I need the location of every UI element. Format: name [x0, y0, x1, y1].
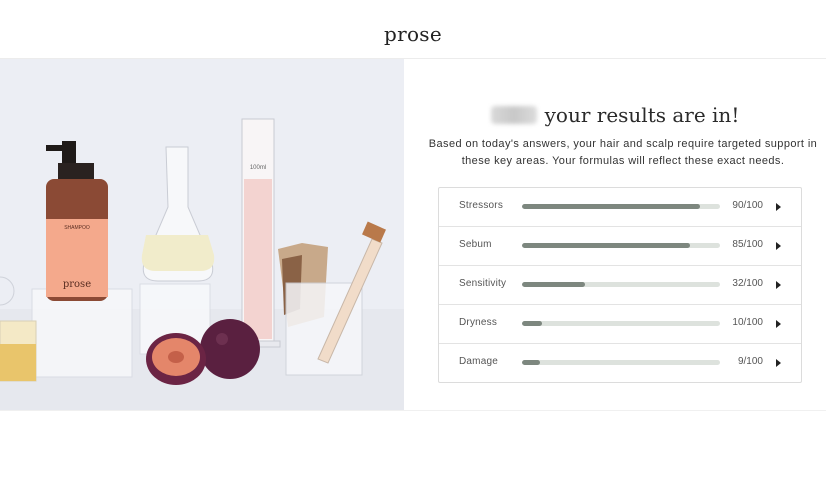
chevron-right-icon[interactable]	[776, 242, 781, 250]
progress-fill	[522, 243, 691, 248]
result-score: 9/100	[737, 356, 763, 367]
prose-logo[interactable]: prose	[0, 22, 826, 46]
result-label: Stressors	[459, 200, 504, 211]
bottle-label-text: SHAMPOO	[64, 225, 90, 231]
result-score: 32/100	[732, 278, 763, 289]
progress-bar	[522, 204, 720, 209]
progress-fill	[522, 321, 542, 326]
progress-fill	[522, 360, 540, 365]
result-label: Damage	[459, 356, 498, 367]
result-row-dryness[interactable]: Dryness 10/100	[439, 305, 801, 344]
results-panel: your results are in! Based on today's an…	[404, 59, 826, 410]
blurred-user-name	[490, 106, 537, 124]
cylinder-label: 100ml	[250, 165, 266, 171]
result-row-sensitivity[interactable]: Sensitivity 32/100	[439, 266, 801, 305]
chevron-right-icon[interactable]	[776, 359, 781, 367]
product-still-life-illustration: SHAMPOO prose 100ml	[0, 118, 404, 410]
progress-bar	[522, 282, 720, 287]
top-bar: prose	[0, 0, 826, 59]
progress-bar	[522, 243, 720, 248]
result-score: 85/100	[732, 239, 763, 250]
results-heading: your results are in!	[404, 103, 826, 127]
chevron-right-icon[interactable]	[776, 320, 781, 328]
result-row-sebum[interactable]: Sebum 85/100	[439, 227, 801, 266]
hero-image: SHAMPOO prose 100ml	[0, 59, 404, 410]
results-list: Stressors 90/100 Sebum 85/100 Sensitivit…	[438, 187, 802, 383]
result-label: Dryness	[459, 317, 498, 328]
result-row-damage[interactable]: Damage 9/100	[439, 344, 801, 382]
progress-fill	[522, 282, 586, 287]
results-description: Based on today's answers, your hair and …	[428, 138, 818, 167]
progress-bar	[522, 321, 720, 326]
bottle-logo: prose	[63, 279, 91, 290]
result-score: 90/100	[732, 200, 763, 211]
result-label: Sebum	[459, 239, 492, 250]
chevron-right-icon[interactable]	[776, 281, 781, 289]
plum	[200, 319, 260, 379]
progress-fill	[522, 204, 701, 209]
result-label: Sensitivity	[459, 278, 507, 289]
divider	[0, 410, 826, 411]
result-score: 10/100	[732, 317, 763, 328]
pump-stem	[62, 141, 76, 163]
progress-bar	[522, 360, 720, 365]
result-row-stressors[interactable]: Stressors 90/100	[439, 188, 801, 227]
results-heading-text: your results are in!	[544, 103, 740, 127]
chevron-right-icon[interactable]	[776, 203, 781, 211]
